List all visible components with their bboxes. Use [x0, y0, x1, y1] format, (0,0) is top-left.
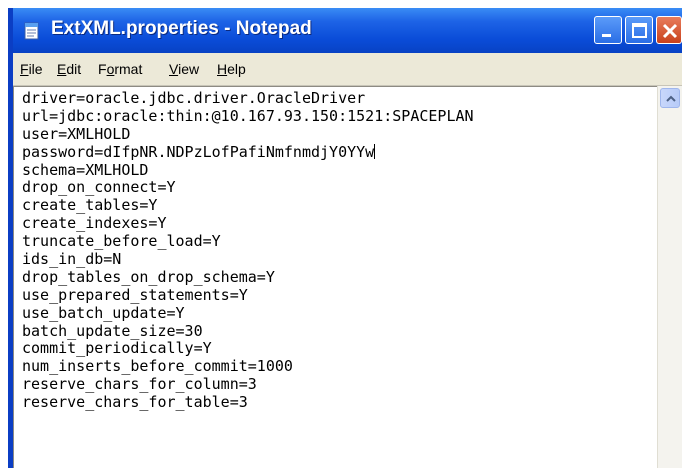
editor-line: num_inserts_before_commit=1000: [22, 357, 293, 376]
close-button[interactable]: [656, 16, 682, 44]
editor-line: url=jdbc:oracle:thin:@10.167.93.150:1521…: [22, 106, 474, 125]
editor-line: schema=XMLHOLD: [22, 160, 149, 179]
editor-line: batch_update_size=30: [22, 321, 203, 340]
editor-line: use_batch_update=Y: [22, 303, 185, 322]
menu-format[interactable]: Format: [98, 61, 142, 77]
menu-help[interactable]: Help: [217, 61, 246, 77]
minimize-icon: [602, 34, 611, 37]
editor-line: create_tables=Y: [22, 196, 158, 215]
scroll-up-arrow-icon: [666, 95, 676, 102]
notepad-window: ExtXML.properties - Notepad File Edit Fo…: [8, 8, 682, 468]
text-caret: [374, 143, 376, 159]
editor-line: truncate_before_load=Y: [22, 232, 221, 251]
editor-line: driver=oracle.jdbc.driver.OracleDriver: [22, 89, 366, 107]
editor-line: reserve_chars_for_column=3: [22, 375, 257, 394]
text-editor-area[interactable]: driver=oracle.jdbc.driver.OracleDriver u…: [13, 86, 657, 468]
close-icon: [662, 23, 678, 39]
scroll-up-button[interactable]: [660, 88, 680, 108]
editor-line-with-caret: password=dIfpNR.NDPzLofPafiNmfnmdjY0YYw: [22, 142, 474, 162]
editor-line: use_prepared_statements=Y: [22, 285, 248, 304]
editor-line: reserve_chars_for_table=3: [22, 393, 248, 412]
notepad-icon[interactable]: [23, 21, 41, 41]
editor-line: create_indexes=Y: [22, 214, 167, 233]
menu-bar: File Edit Format View Help: [13, 53, 682, 86]
editor-line: ids_in_db=N: [22, 250, 122, 269]
title-bar[interactable]: ExtXML.properties - Notepad: [13, 8, 682, 53]
editor-content[interactable]: driver=oracle.jdbc.driver.OracleDriver u…: [22, 89, 474, 412]
menu-view[interactable]: View: [169, 61, 199, 77]
menu-edit[interactable]: Edit: [57, 61, 81, 77]
editor-line: user=XMLHOLD: [22, 124, 131, 143]
maximize-button[interactable]: [625, 16, 653, 44]
maximize-icon: [632, 23, 647, 38]
editor-line: commit_periodically=Y: [22, 339, 212, 358]
editor-line: drop_tables_on_drop_schema=Y: [22, 267, 275, 286]
window-title: ExtXML.properties - Notepad: [51, 18, 312, 39]
editor-line: drop_on_connect=Y: [22, 178, 176, 197]
minimize-button[interactable]: [594, 16, 622, 44]
menu-file[interactable]: File: [20, 61, 43, 77]
vertical-scrollbar[interactable]: [657, 86, 682, 468]
editor-line-text: password=dIfpNR.NDPzLofPafiNmfnmdjY0YYw: [22, 142, 375, 161]
